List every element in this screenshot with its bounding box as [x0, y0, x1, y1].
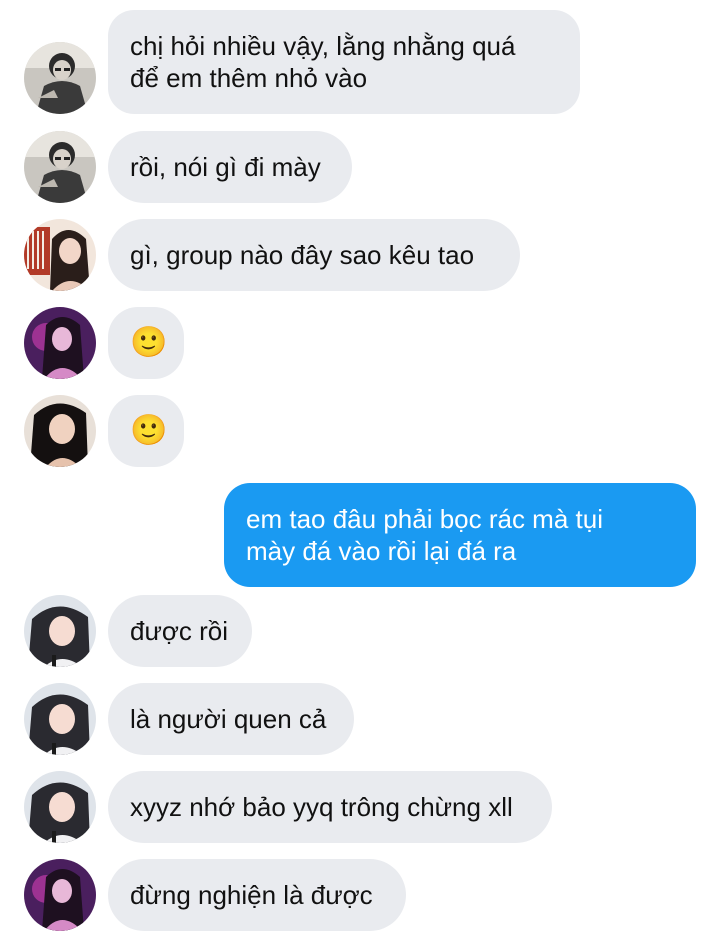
message-bubble[interactable]: chị hỏi nhiều vậy, lằng nhằng quá để em …	[108, 10, 580, 114]
avatar-girl-bw-glasses-icon	[24, 131, 96, 203]
avatar[interactable]	[24, 131, 96, 203]
avatar-girl-purple-icon	[24, 307, 96, 379]
message-bubble-outgoing[interactable]: em tao đâu phải bọc rác mà tụi mày đá và…	[224, 483, 696, 587]
message-row: xyyz nhớ bảo yyq trông chừng xll	[0, 771, 720, 843]
message-text: gì, group nào đây sao kêu tao	[130, 240, 475, 270]
avatar-girl-purple-icon	[24, 859, 96, 931]
message-row: được rồi	[0, 595, 720, 667]
avatar-girl-long-hair-icon	[24, 595, 96, 667]
message-row: là người quen cả	[0, 683, 720, 755]
avatar-girl-long-hair-icon	[24, 683, 96, 755]
message-bubble[interactable]: rồi, nói gì đi mày	[108, 131, 352, 203]
message-bubble[interactable]: gì, group nào đây sao kêu tao	[108, 219, 520, 291]
message-row: chị hỏi nhiều vậy, lằng nhằng quá để em …	[0, 10, 720, 114]
avatar[interactable]	[24, 42, 96, 114]
avatar-girl-bw-glasses-icon	[24, 42, 96, 114]
message-row: đừng nghiện là được	[0, 859, 720, 931]
message-row: em tao đâu phải bọc rác mà tụi mày đá và…	[0, 483, 720, 587]
avatar-girl-dark-hair-icon	[24, 395, 96, 467]
message-text: chị hỏi nhiều vậy, lằng nhằng quá	[130, 31, 516, 61]
message-text: đừng nghiện là được	[130, 880, 373, 910]
avatar-girl-long-hair-icon	[24, 771, 96, 843]
message-bubble[interactable]: xyyz nhớ bảo yyq trông chừng xll	[108, 771, 552, 843]
avatar[interactable]	[24, 219, 96, 291]
message-text: là người quen cả	[130, 704, 327, 734]
smile-emoji-icon: 🙂	[130, 325, 168, 360]
message-row: gì, group nào đây sao kêu tao	[0, 219, 720, 291]
message-text: mày đá vào rồi lại đá ra	[246, 536, 517, 566]
avatar-girl-red-keyboard-icon	[24, 219, 96, 291]
message-text: em tao đâu phải bọc rác mà tụi	[246, 504, 603, 534]
avatar[interactable]	[24, 595, 96, 667]
message-text: được rồi	[130, 616, 229, 646]
avatar[interactable]	[24, 307, 96, 379]
avatar[interactable]	[24, 395, 96, 467]
message-bubble[interactable]: đừng nghiện là được	[108, 859, 406, 931]
message-row: 🙂	[0, 307, 720, 379]
message-bubble[interactable]: 🙂	[108, 307, 184, 379]
avatar[interactable]	[24, 683, 96, 755]
message-bubble[interactable]: được rồi	[108, 595, 252, 667]
message-text: để em thêm nhỏ vào	[130, 63, 368, 93]
message-row: rồi, nói gì đi mày	[0, 131, 720, 203]
message-bubble[interactable]: 🙂	[108, 395, 184, 467]
message-row: 🙂	[0, 395, 720, 467]
message-text: xyyz nhớ bảo yyq trông chừng xll	[130, 792, 513, 822]
avatar[interactable]	[24, 771, 96, 843]
message-bubble[interactable]: là người quen cả	[108, 683, 354, 755]
message-text: rồi, nói gì đi mày	[130, 152, 321, 182]
avatar[interactable]	[24, 859, 96, 931]
smile-emoji-icon: 🙂	[130, 413, 168, 448]
